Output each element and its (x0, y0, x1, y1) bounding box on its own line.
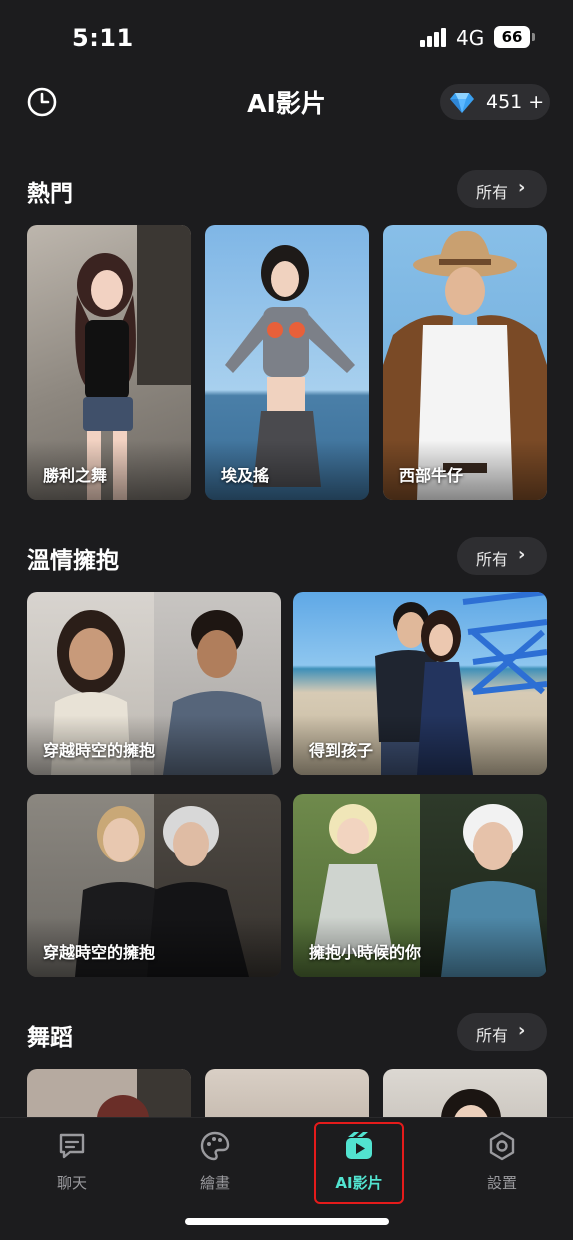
see-all-label: 所有 (476, 1026, 509, 1045)
section-title-hot: 熱門 (27, 181, 73, 207)
template-card[interactable]: 埃及搖 (205, 225, 369, 500)
chevron-right-icon: › (518, 177, 526, 198)
tab-label: 聊天 (56, 1174, 87, 1192)
card-label: 西部牛仔 (399, 466, 464, 485)
see-all-warm-hug-button[interactable]: 所有 › (457, 537, 547, 575)
chevron-right-icon: › (518, 544, 526, 565)
card-label: 穿越時空的擁抱 (43, 741, 156, 760)
status-time: 5:11 (72, 24, 134, 52)
video-icon (346, 1132, 372, 1159)
see-all-label: 所有 (476, 550, 509, 569)
tab-label: 設置 (486, 1174, 517, 1192)
template-card[interactable]: 西部牛仔 (383, 225, 547, 500)
tab-settings[interactable]: 設置 (452, 1118, 552, 1208)
settings-icon (489, 1131, 515, 1161)
network-type: 4G (456, 26, 485, 50)
template-card[interactable]: 穿越時空的擁抱 (27, 794, 281, 977)
card-label: 埃及搖 (221, 466, 270, 485)
template-card[interactable]: 擁抱小時候的你 (293, 794, 547, 977)
card-label: 穿越時空的擁抱 (43, 943, 156, 962)
tab-label: AI影片 (335, 1174, 383, 1192)
palette-icon (200, 1131, 230, 1161)
chat-icon (59, 1133, 85, 1159)
template-card[interactable]: 勝利之舞 (27, 225, 191, 500)
section-title-warm-hug: 溫情擁抱 (27, 548, 119, 574)
section-title-dance: 舞蹈 (27, 1025, 73, 1051)
see-all-hot-button[interactable]: 所有 › (457, 170, 547, 208)
tab-chat[interactable]: 聊天 (22, 1118, 122, 1208)
tab-label: 繪畫 (199, 1174, 230, 1192)
card-label: 得到孩子 (309, 741, 374, 760)
status-bar: 5:11 4G 66 (0, 0, 573, 76)
card-label: 勝利之舞 (43, 466, 108, 485)
template-card[interactable]: 得到孩子 (293, 592, 547, 775)
tab-drawing[interactable]: 繪畫 (165, 1118, 265, 1208)
see-all-label: 所有 (476, 183, 509, 202)
home-indicator[interactable] (185, 1218, 389, 1225)
gems-balance-button[interactable]: 451 + (440, 84, 550, 120)
battery-icon: 66 (494, 26, 535, 48)
app-header: AI影片 451 + (0, 76, 573, 128)
gems-count: 451 + (486, 91, 545, 113)
see-all-dance-button[interactable]: 所有 › (457, 1013, 547, 1051)
template-card[interactable]: 穿越時空的擁抱 (27, 592, 281, 775)
diamond-icon (450, 93, 474, 113)
chevron-right-icon: › (518, 1020, 526, 1041)
card-label: 擁抱小時候的你 (309, 943, 422, 962)
tab-ai-video[interactable]: AI影片 (314, 1122, 404, 1204)
signal-icon (420, 28, 448, 47)
